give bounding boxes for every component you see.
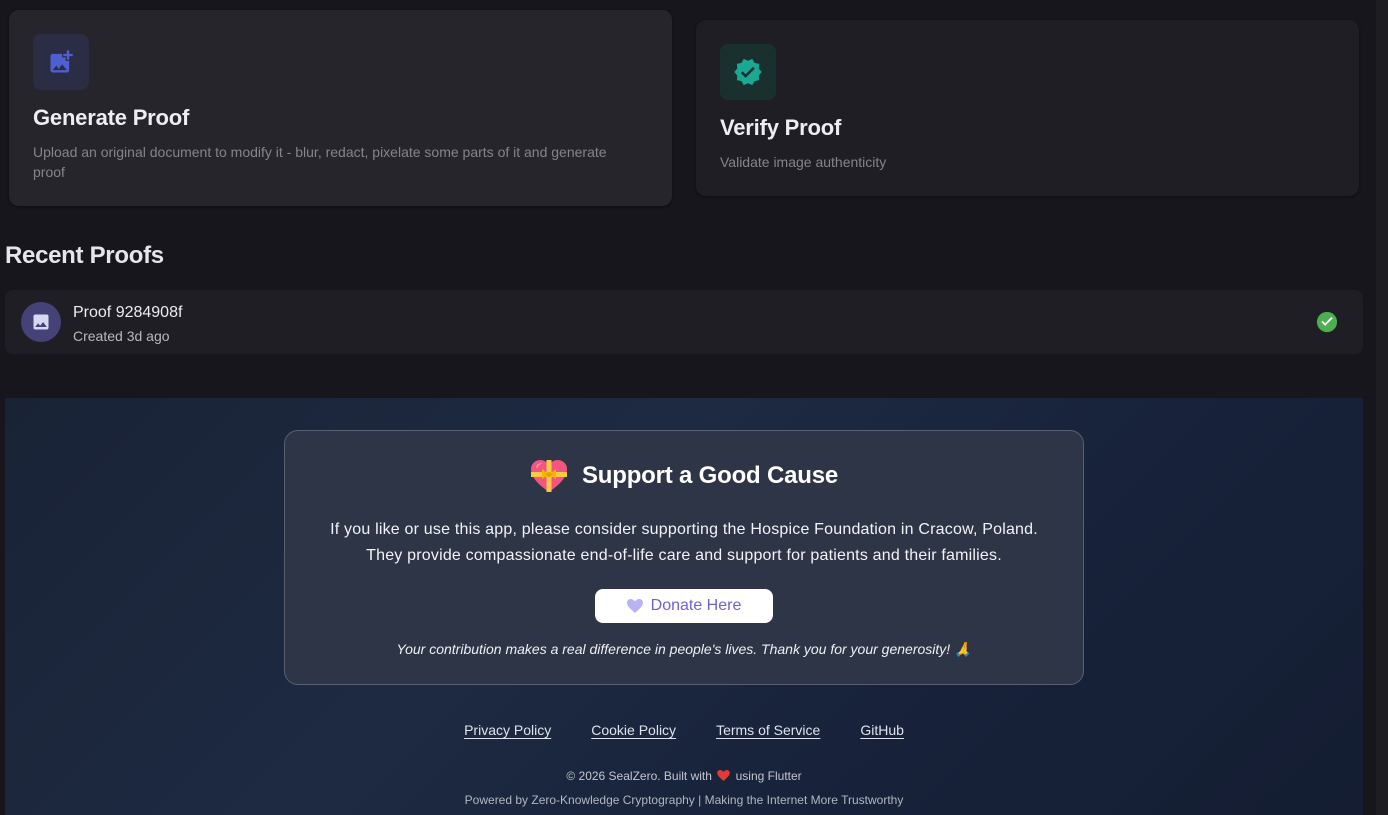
image-icon — [33, 314, 49, 330]
copyright-suffix: using Flutter — [735, 769, 802, 783]
proof-avatar — [21, 302, 61, 342]
generate-proof-card[interactable]: Generate Proof Upload an original docume… — [9, 10, 672, 206]
footer: Support a Good Cause If you like or use … — [5, 398, 1363, 815]
heart-icon — [626, 599, 643, 613]
verify-icon-tile — [720, 44, 776, 100]
copyright-prefix: © 2026 SealZero. Built with — [566, 769, 712, 783]
support-text-line-2: They provide compassionate end-of-life c… — [366, 547, 1002, 564]
generate-proof-title: Generate Proof — [33, 105, 190, 130]
proof-created: Created 3d ago — [73, 328, 170, 344]
cookie-policy-link[interactable]: Cookie Policy — [591, 722, 676, 738]
donate-button-label: Donate Here — [650, 597, 742, 614]
support-text-line-1: If you like or use this app, please cons… — [330, 521, 1038, 538]
support-card: Support a Good Cause If you like or use … — [284, 430, 1084, 685]
verify-proof-description: Validate image authenticity — [720, 154, 887, 170]
verify-proof-card[interactable]: Verify Proof Validate image authenticity — [696, 20, 1359, 196]
verify-proof-title: Verify Proof — [720, 115, 842, 140]
copyright: © 2026 SealZero. Built with using Flutte… — [5, 769, 1363, 783]
generate-proof-description: Upload an original document to modify it… — [33, 144, 607, 180]
terms-of-service-link[interactable]: Terms of Service — [716, 722, 820, 738]
powered-by: Powered by Zero-Knowledge Cryptography |… — [464, 793, 904, 807]
support-note: Your contribution makes a real differenc… — [396, 641, 972, 657]
donate-button[interactable]: Donate Here — [595, 589, 773, 623]
add-photo-icon — [50, 50, 73, 73]
red-heart-icon — [717, 770, 731, 781]
privacy-policy-link[interactable]: Privacy Policy — [464, 722, 551, 738]
check-circle-icon — [1316, 311, 1338, 333]
support-text: If you like or use this app, please cons… — [285, 517, 1083, 569]
footer-links: Privacy Policy Cookie Policy Terms of Se… — [5, 722, 1363, 738]
scrollbar-track[interactable] — [1376, 0, 1388, 815]
recent-proofs-heading: Recent Proofs — [5, 242, 164, 269]
verified-badge-icon — [734, 58, 762, 86]
support-title: Support a Good Cause — [581, 462, 839, 489]
proof-name: Proof 9284908f — [73, 304, 183, 321]
github-link[interactable]: GitHub — [860, 722, 904, 738]
proof-list-item[interactable]: Proof 9284908f Created 3d ago — [5, 290, 1363, 354]
support-title-row: Support a Good Cause — [285, 459, 1083, 493]
page: Generate Proof Upload an original docume… — [0, 0, 1388, 815]
generate-icon-tile — [33, 34, 89, 90]
heart-with-ribbon-icon — [530, 460, 567, 492]
